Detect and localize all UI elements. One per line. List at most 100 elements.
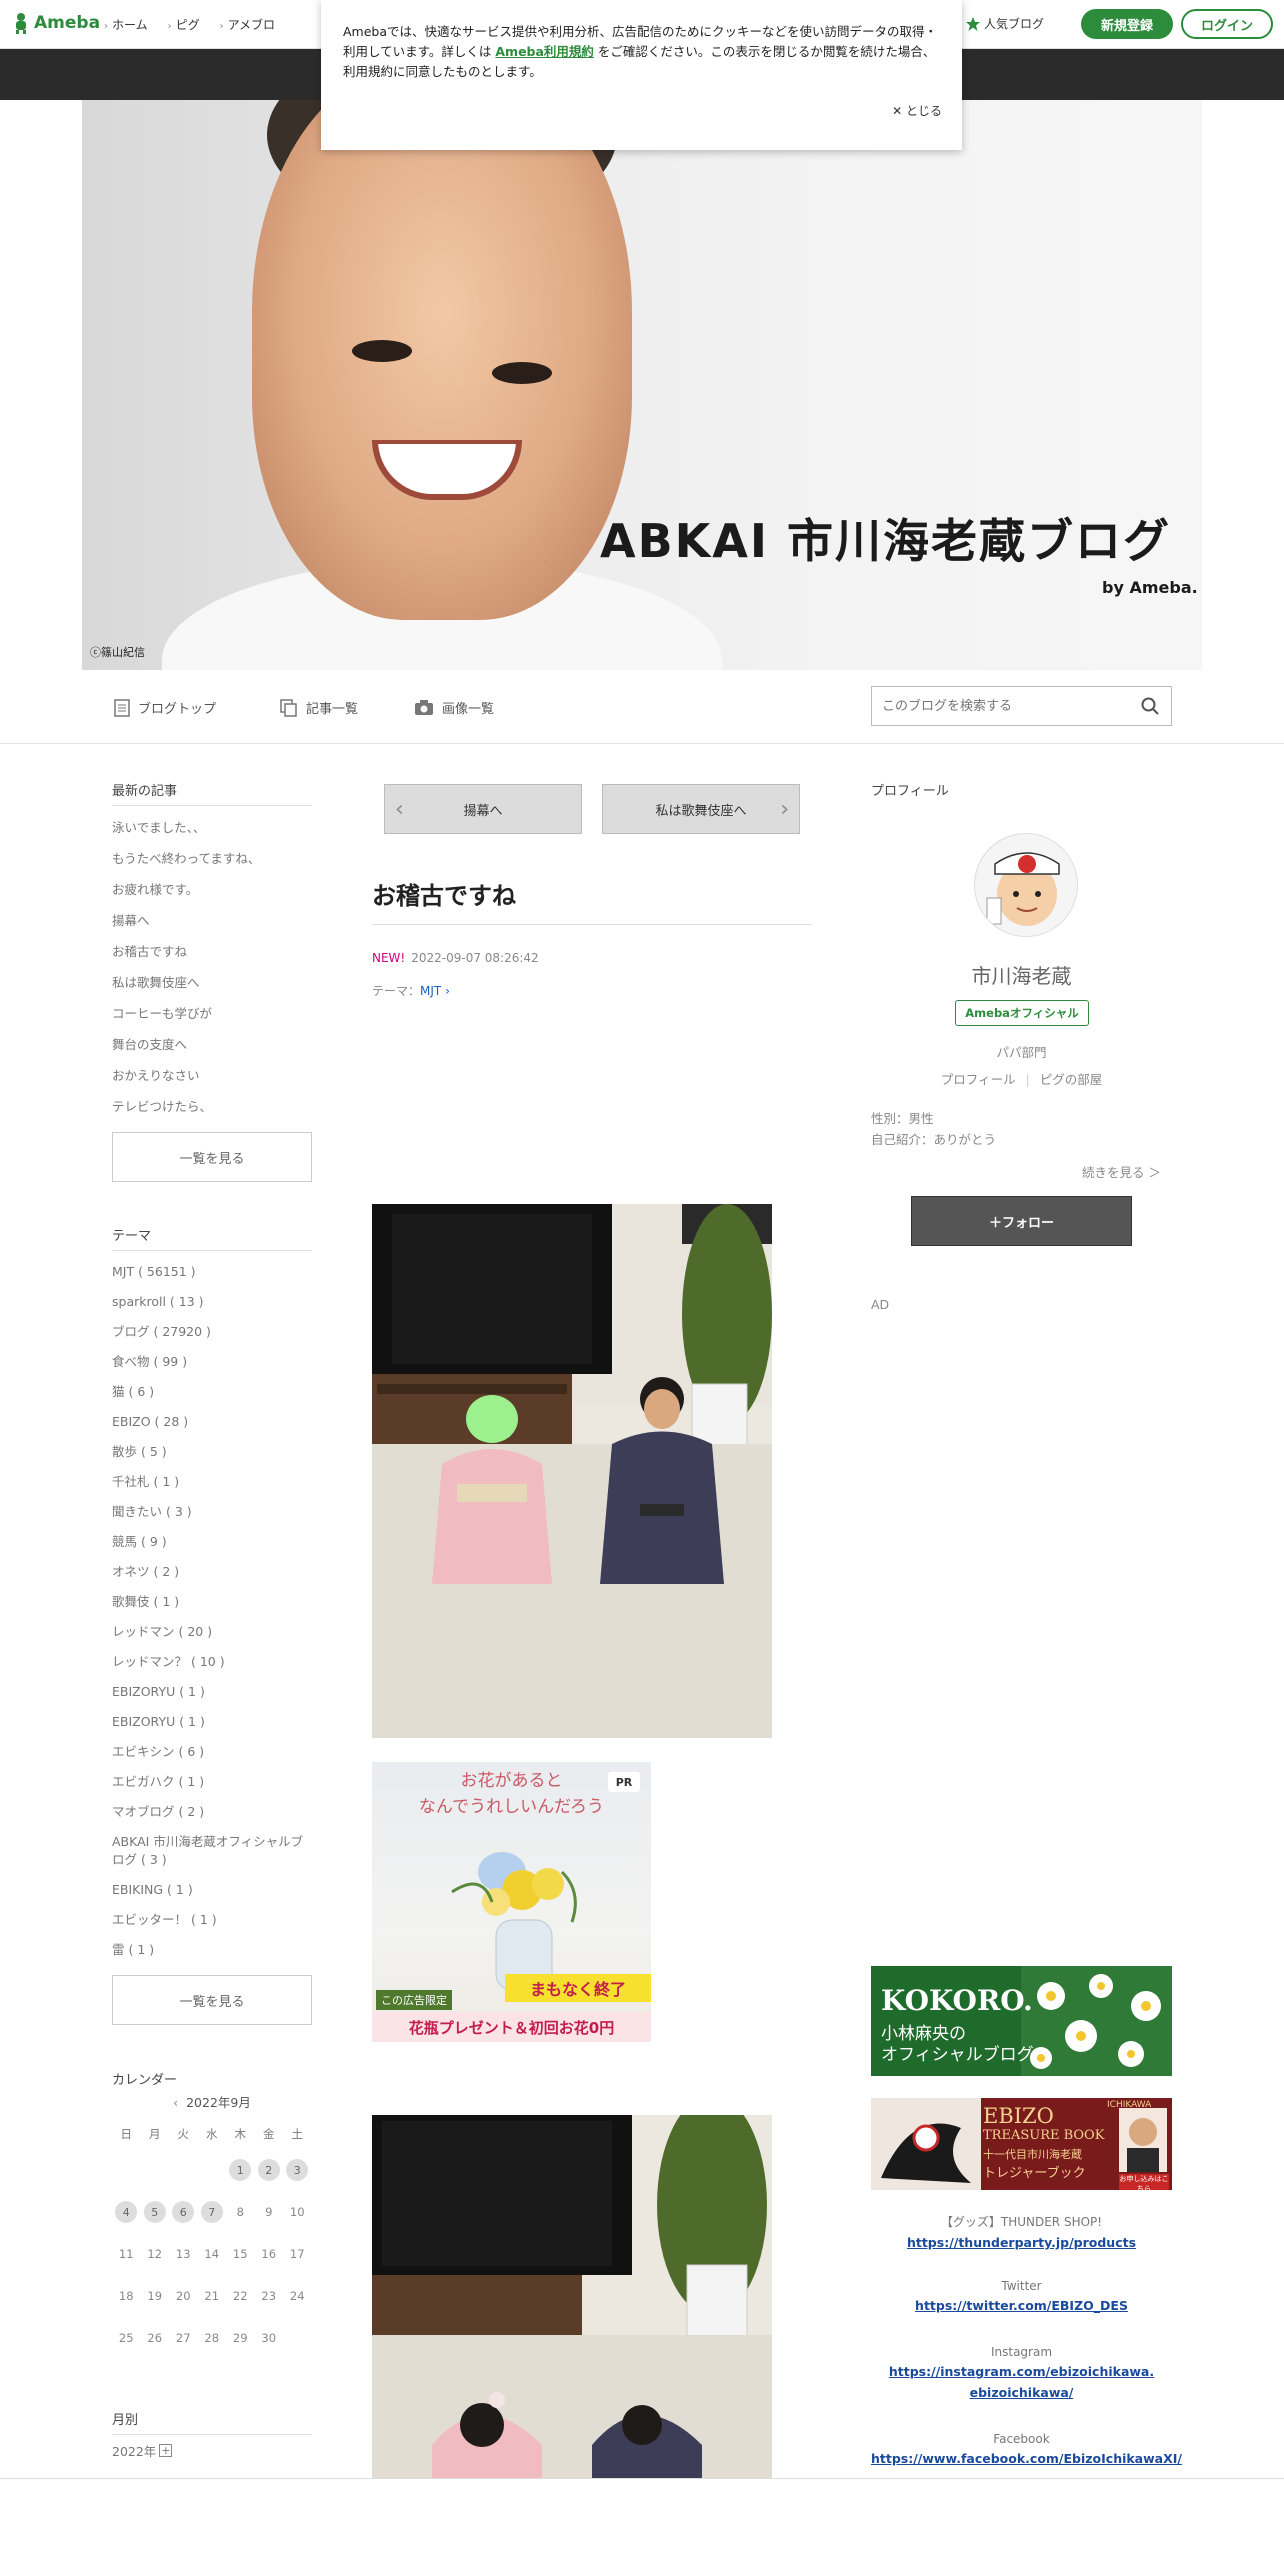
theme-item[interactable]: 猫 ( 6 ) [112, 1377, 312, 1407]
photo-credit: ⓒ篠山紀信 [90, 646, 145, 659]
theme-item[interactable]: 千社札 ( 1 ) [112, 1467, 312, 1497]
profile-avatar[interactable] [974, 833, 1078, 937]
calendar-day[interactable]: 3 [283, 2149, 312, 2191]
recent-see-all-button[interactable]: 一覧を見る [112, 1132, 312, 1182]
post-photo[interactable] [372, 1204, 772, 1738]
nav-ameblo[interactable]: › アメブロ [220, 16, 275, 33]
recent-post-item[interactable]: 泳いでました、、 [112, 812, 312, 843]
cookie-text: Amebaでは、快適なサービス提供や利用分析、広告配信のためにクッキーなどを使い… [343, 22, 940, 82]
theme-item[interactable]: レッドマン ( 20 ) [112, 1617, 312, 1647]
recent-post-item[interactable]: コーヒーも学びが [112, 998, 312, 1029]
calendar-day-with-post[interactable]: 4 [115, 2201, 138, 2223]
pigg-room-link[interactable]: ピグの部屋 [1040, 1072, 1103, 1087]
nav-home[interactable]: › ホーム [104, 16, 148, 33]
ad-ending-label: まもなく終了 [505, 1974, 651, 2002]
theme-item[interactable]: EBIZO ( 28 ) [112, 1407, 312, 1437]
prev-post-button[interactable]: ‹ 揚幕へ [384, 784, 582, 834]
recent-post-item[interactable]: おかえりなさい [112, 1060, 312, 1091]
theme-item[interactable]: 競馬 ( 9 ) [112, 1527, 312, 1557]
theme-item[interactable]: ブログ ( 27920 ) [112, 1317, 312, 1347]
terms-link[interactable]: Ameba利用規約 [495, 44, 594, 59]
theme-item[interactable]: EBIKING ( 1 ) [112, 1875, 312, 1905]
nav-pigg[interactable]: › ピグ [168, 16, 200, 33]
calendar-day-with-post[interactable]: 2 [257, 2159, 280, 2181]
blog-header-image[interactable]: ABKAI 市川海老蔵ブログ by Ameba. ⓒ篠山紀信 [82, 100, 1202, 670]
calendar-title: カレンダー [112, 2073, 178, 2088]
calendar-day[interactable]: 2 [255, 2149, 284, 2191]
nav-home-label: ホーム [112, 18, 148, 32]
calendar-day-with-post[interactable]: 7 [200, 2201, 223, 2223]
twitter-url[interactable]: https://twitter.com/EBIZO_DES [871, 2295, 1172, 2316]
login-button[interactable]: ログイン [1181, 9, 1273, 39]
ebizo-title: EBIZO [983, 2104, 1054, 2128]
recent-post-item[interactable]: お稽古ですね [112, 936, 312, 967]
calendar-day-with-post[interactable]: 3 [286, 2159, 309, 2181]
expand-plus-icon[interactable]: + [159, 2444, 173, 2457]
recent-post-item[interactable]: テレビつけたら、 [112, 1091, 312, 1122]
facebook-url[interactable]: https://www.facebook.com/EbizoIchikawaXI… [871, 2448, 1182, 2469]
ad-headline: お花があると なんでうれしいんだろう [372, 1768, 651, 1820]
recent-post-item[interactable]: 私は歌舞伎座へ [112, 967, 312, 998]
recent-post-item[interactable]: もうたべ終わってますね、 [112, 843, 312, 874]
search-icon[interactable] [1141, 697, 1159, 715]
new-badge: NEW! [372, 951, 406, 965]
calendar-day[interactable]: 7 [198, 2191, 227, 2233]
ameba-logo[interactable]: Ameba [12, 12, 100, 34]
hero-eye-right [492, 362, 552, 384]
recent-post-item[interactable]: お疲れ様です。 [112, 874, 312, 905]
flower-vase-illustration [451, 1852, 577, 1991]
theme-item[interactable]: マオブログ ( 2 ) [112, 1797, 312, 1827]
profile-link[interactable]: プロフィール [941, 1072, 1016, 1087]
monthly-year[interactable]: 2022年 + [112, 2441, 312, 2460]
profile-name[interactable]: 市川海老蔵 [871, 960, 1172, 989]
theme-item[interactable]: sparkroll ( 13 ) [112, 1287, 312, 1317]
calendar-day-with-post[interactable]: 6 [172, 2201, 195, 2223]
theme-item[interactable]: 聞きたい ( 3 ) [112, 1497, 312, 1527]
theme-item[interactable]: EBIZORYU ( 1 ) [112, 1677, 312, 1707]
pr-ad-banner[interactable]: PR お花があると なんでうれしいんだろう まもなく終了 この広告限定 花瓶プレ… [372, 1762, 651, 2042]
theme-item[interactable]: エビッター！ ( 1 ) [112, 1905, 312, 1935]
recent-post-item[interactable]: 舞台の支度へ [112, 1029, 312, 1060]
ebizo-name-jp: 十一代目市川海老蔵 [983, 2148, 1082, 2161]
signup-button[interactable]: 新規登録 [1081, 9, 1173, 39]
theme-see-all-button[interactable]: 一覧を見る [112, 1975, 312, 2025]
theme-item[interactable]: 雷 ( 1 ) [112, 1935, 312, 1965]
theme-item[interactable]: 歌舞伎 ( 1 ) [112, 1587, 312, 1617]
theme-item[interactable]: ABKAI 市川海老蔵オフィシャルブログ ( 3 ) [112, 1827, 312, 1875]
instagram-url[interactable]: https://instagram.com/ebizoichikawa.ebiz… [871, 2361, 1172, 2403]
calendar-day-with-post[interactable]: 5 [143, 2201, 166, 2223]
recent-post-item[interactable]: 揚幕へ [112, 905, 312, 936]
popular-blog-label: 人気ブログ [984, 17, 1045, 31]
calendar-day-with-post[interactable]: 1 [229, 2159, 252, 2181]
kokoro-blog-banner[interactable]: KOKORO. 小林麻央の オフィシャルブログ [871, 1966, 1172, 2076]
blog-top-link[interactable]: ブログトップ [114, 698, 216, 717]
theme-item[interactable]: レッドマン？ ( 10 ) [112, 1647, 312, 1677]
image-list-link[interactable]: 画像一覧 [414, 698, 494, 717]
theme-item[interactable]: エビガハク ( 1 ) [112, 1767, 312, 1797]
theme-item[interactable]: EBIZORYU ( 1 ) [112, 1707, 312, 1737]
article-list-link[interactable]: 記事一覧 [280, 698, 358, 717]
follow-button[interactable]: ＋フォロー [911, 1196, 1132, 1246]
theme-item[interactable]: エビキシン ( 6 ) [112, 1737, 312, 1767]
ebizo-treasure-book-banner[interactable]: EBIZO TREASURE BOOK 十一代目市川海老蔵 トレジャーブック I… [871, 2098, 1172, 2190]
cookie-close-button[interactable]: ✕ とじる [892, 102, 942, 119]
read-more-link[interactable]: 続きを見る ＞ [1082, 1162, 1161, 1181]
calendar-day[interactable]: 4 [112, 2191, 141, 2233]
calendar-day[interactable]: 5 [141, 2191, 170, 2233]
calendar-day[interactable]: 6 [169, 2191, 198, 2233]
post-theme-link[interactable]: MJT [420, 984, 441, 998]
theme-item[interactable]: 食べ物 ( 99 ) [112, 1347, 312, 1377]
theme-item[interactable]: 散歩 ( 5 ) [112, 1437, 312, 1467]
popular-blog-link[interactable]: 人気ブログ [966, 15, 1044, 32]
calendar-prev-icon[interactable]: ‹ [173, 2095, 178, 2110]
ameba-mascot-icon [16, 13, 26, 34]
theme-item[interactable]: オネツ ( 2 ) [112, 1557, 312, 1587]
post-photo[interactable] [372, 2115, 772, 2478]
calendar-day[interactable]: 1 [226, 2149, 255, 2191]
next-post-button[interactable]: 私は歌舞伎座へ › [602, 784, 800, 834]
daisy-flowers-illustration [1021, 1966, 1172, 2076]
goods-url[interactable]: https://thunderparty.jp/products [871, 2232, 1172, 2253]
treasure-book-jp: トレジャーブック [983, 2166, 1086, 2181]
blog-search-input[interactable] [872, 687, 1122, 725]
theme-item[interactable]: MJT ( 56151 ) [112, 1257, 312, 1287]
